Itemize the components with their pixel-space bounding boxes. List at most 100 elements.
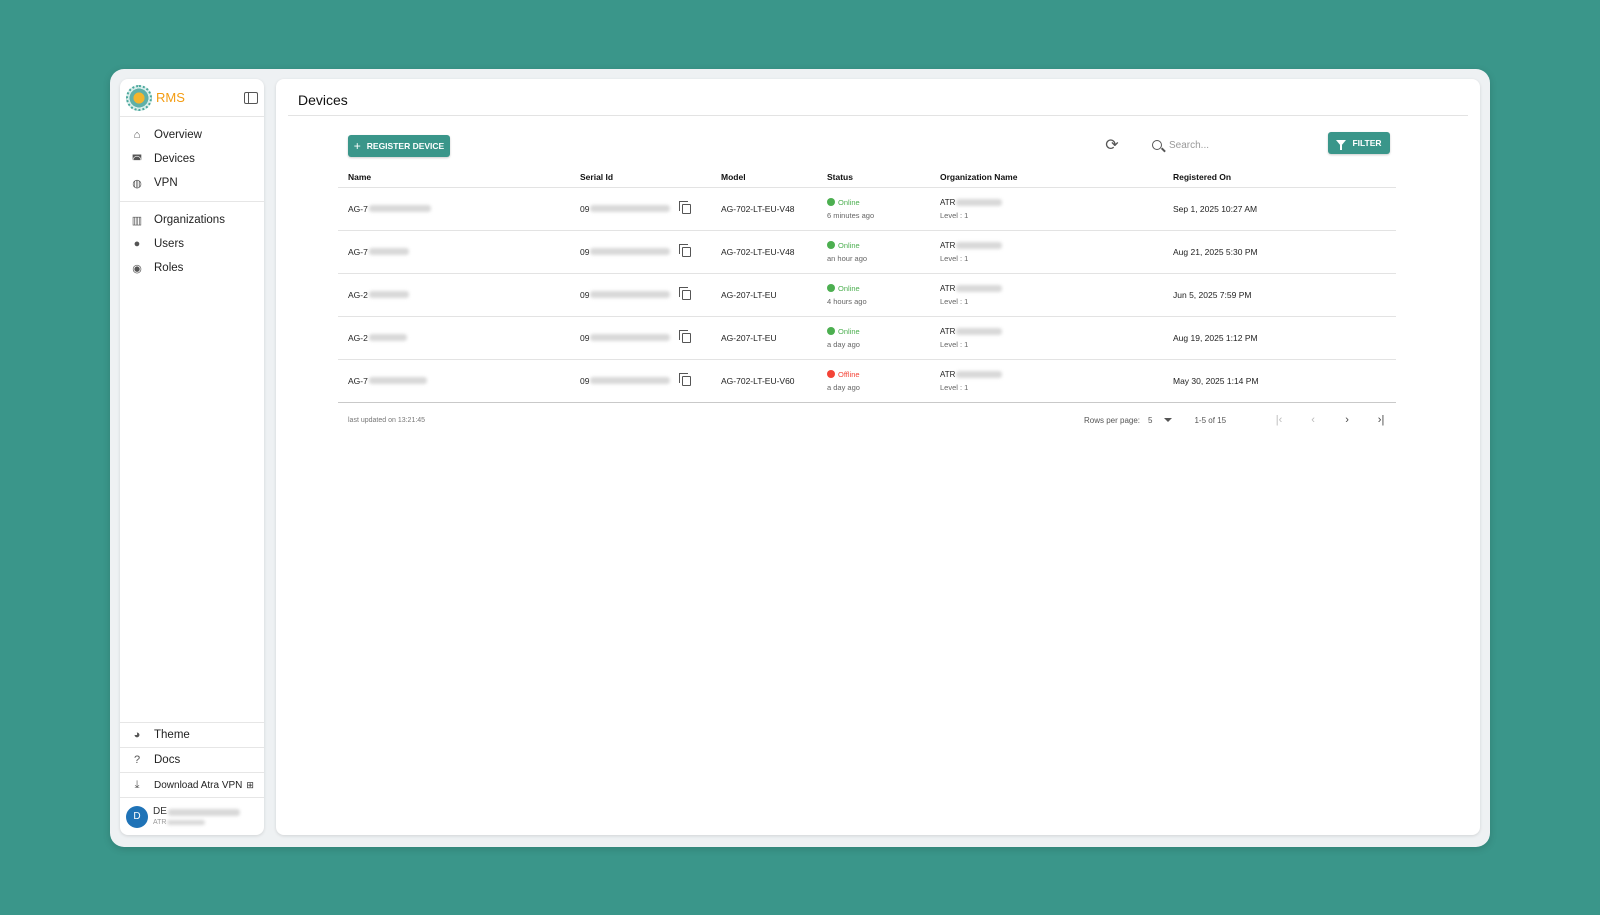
filter-icon [1336, 140, 1347, 150]
sidebar-item-docs[interactable]: ? Docs [120, 747, 264, 772]
cell-organization: ATR Level : 1 [930, 230, 1163, 274]
copy-icon[interactable] [679, 329, 692, 343]
cell-model: AG-207-LT-EU [711, 316, 817, 360]
first-page-icon[interactable]: |‹ [1272, 413, 1286, 427]
next-page-icon[interactable]: › [1340, 413, 1354, 427]
cell-name: AG-2 [338, 273, 570, 317]
pagination: Rows per page: 5 1-5 of 15 |‹ ‹ › ›| [1084, 412, 1388, 428]
redacted-text [368, 291, 409, 298]
redacted-text [368, 205, 431, 212]
cell-status: Online a day ago [817, 316, 930, 360]
column-header-model[interactable]: Model [711, 167, 817, 188]
search-input[interactable] [1169, 139, 1299, 151]
sidebar-item-download-vpn[interactable]: ⤓ Download Atra VPN ⊞ [120, 772, 264, 797]
sidebar-item-devices[interactable]: ◚ Devices [120, 147, 264, 171]
sidebar-footer: ◕ Theme ? Docs ⤓ Download Atra VPN ⊞ D D… [120, 722, 264, 835]
cell-name: AG-7 [338, 230, 570, 274]
column-header-registered-on[interactable]: Registered On [1163, 167, 1396, 188]
sidebar-item-label: Overview [154, 129, 202, 141]
cell-organization: ATR Level : 1 [930, 187, 1163, 231]
redacted-text [956, 241, 1003, 249]
user-name: DE [153, 807, 240, 817]
cell-status: Online an hour ago [817, 230, 930, 274]
copy-icon[interactable] [679, 200, 692, 214]
redacted-text [167, 808, 240, 816]
search-icon [1152, 140, 1162, 150]
column-header-serial-id[interactable]: Serial Id [570, 167, 711, 188]
cell-model: AG-702-LT-EU-V48 [711, 187, 817, 231]
register-device-button[interactable]: + REGISTER DEVICE [348, 135, 450, 157]
column-header-status[interactable]: Status [817, 167, 930, 188]
divider [288, 115, 1468, 116]
table-row[interactable]: AG-2 09 AG-207-LT-EU Online 4 hours ago … [338, 273, 1396, 317]
page-range: 1-5 of 15 [1194, 415, 1227, 425]
roles-icon: ◉ [132, 262, 142, 275]
sidebar-item-label: Docs [154, 754, 181, 766]
cell-name: AG-7 [338, 187, 570, 231]
refresh-icon[interactable]: ⟳ [1102, 135, 1122, 155]
org-level: Level : 1 [940, 339, 969, 349]
cell-registered-on: Aug 19, 2025 1:12 PM [1163, 316, 1396, 360]
table-row[interactable]: AG-7 09 AG-702-LT-EU-V48 Online 6 minute… [338, 187, 1396, 231]
column-header-organization-name[interactable]: Organization Name [930, 167, 1163, 188]
copy-icon[interactable] [679, 372, 692, 386]
status-dot-icon [827, 241, 835, 249]
table-row[interactable]: AG-7 09 AG-702-LT-EU-V60 Offline a day a… [338, 359, 1396, 403]
redacted-text [590, 248, 671, 255]
sidebar-item-organizations[interactable]: ▥ Organizations [120, 208, 264, 232]
sidebar-toggle-icon[interactable] [244, 91, 258, 104]
cell-serial: 09 [570, 187, 711, 231]
router-icon: ◚ [131, 153, 143, 166]
copy-icon[interactable] [679, 243, 692, 257]
previous-page-icon[interactable]: ‹ [1306, 413, 1320, 427]
redacted-text [590, 291, 671, 298]
status-dot-icon [827, 284, 835, 292]
avatar: D [126, 805, 148, 828]
rows-per-page-select[interactable]: 5 [1148, 416, 1173, 425]
redacted-text [590, 334, 671, 341]
last-updated-text: last updated on 13:21:45 [348, 417, 426, 424]
cell-serial: 09 [570, 273, 711, 317]
cell-registered-on: Aug 21, 2025 5:30 PM [1163, 230, 1396, 274]
user-icon: ● [133, 238, 141, 250]
sidebar-item-vpn[interactable]: ◍ VPN [120, 171, 264, 195]
sidebar: RMS ⌂ Overview ◚ Devices ◍ VPN ▥ Organiz… [120, 79, 264, 835]
last-seen: 6 minutes ago [827, 210, 875, 220]
org-level: Level : 1 [940, 253, 969, 263]
cell-model: AG-702-LT-EU-V60 [711, 359, 817, 403]
download-icon: ⤓ [134, 778, 140, 791]
redacted-text [956, 370, 1003, 378]
rows-per-page-label: Rows per page: [1084, 415, 1141, 425]
sidebar-item-label: Users [154, 238, 185, 250]
status-dot-icon [827, 370, 835, 378]
status-badge: Offline [827, 370, 930, 379]
copy-icon[interactable] [679, 286, 692, 300]
table-row[interactable]: AG-2 09 AG-207-LT-EU Online a day ago AT… [338, 316, 1396, 360]
filter-button[interactable]: FILTER [1328, 132, 1390, 154]
cell-status: Offline a day ago [817, 359, 930, 403]
brand-name: RMS [156, 90, 185, 105]
cell-status: Online 6 minutes ago [817, 187, 930, 231]
user-profile[interactable]: D DE ATR [120, 797, 264, 835]
redacted-text [590, 377, 671, 384]
sidebar-item-label: Devices [154, 153, 195, 165]
cell-organization: ATR Level : 1 [930, 273, 1163, 317]
sidebar-item-overview[interactable]: ⌂ Overview [120, 123, 264, 147]
status-dot-icon [827, 327, 835, 335]
table-header-row: Name Serial Id Model Status Organization… [338, 167, 1396, 188]
plus-icon: + [353, 139, 361, 153]
palette-icon: ◕ [133, 729, 141, 741]
home-icon: ⌂ [133, 129, 141, 141]
column-header-name[interactable]: Name [338, 167, 570, 188]
cell-serial: 09 [570, 316, 711, 360]
cell-serial: 09 [570, 359, 711, 403]
sidebar-item-label: Organizations [154, 214, 225, 226]
redacted-text [590, 205, 671, 212]
sidebar-item-users[interactable]: ● Users [120, 232, 264, 256]
sidebar-item-roles[interactable]: ◉ Roles [120, 256, 264, 280]
status-badge: Online [827, 241, 930, 250]
table-row[interactable]: AG-7 09 AG-702-LT-EU-V48 Online an hour … [338, 230, 1396, 274]
redacted-text [167, 820, 206, 825]
sidebar-item-theme[interactable]: ◕ Theme [120, 722, 264, 747]
last-page-icon[interactable]: ›| [1374, 413, 1388, 427]
